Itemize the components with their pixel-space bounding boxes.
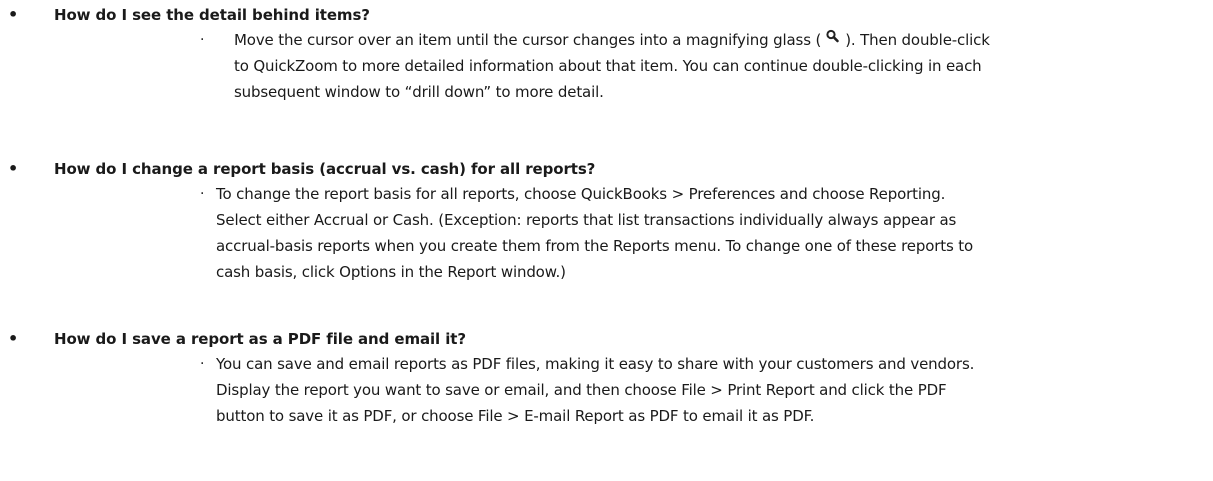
faq-question: How do I change a report basis (accrual …: [54, 160, 596, 178]
faq-answer: To change the report basis for all repor…: [216, 181, 973, 285]
faq-question: How do I save a report as a PDF file and…: [54, 330, 466, 348]
faq-item: • How do I change a report basis (accrua…: [0, 140, 1213, 310]
faq-item: • How do I save a report as a PDF file a…: [0, 310, 1213, 481]
faq-answer: Move the cursor over an item until the c…: [234, 27, 990, 105]
answer-line: Move the cursor over an item until the c…: [234, 27, 990, 53]
answer-bullet: ·: [200, 186, 205, 202]
answer-line: accrual-basis reports when you create th…: [216, 237, 974, 255]
answer-line-part: ). Then double-click: [845, 31, 990, 49]
question-bullet: •: [8, 159, 19, 178]
faq-item: • How do I see the detail behind items? …: [0, 0, 1213, 140]
answer-line: To change the report basis for all repor…: [216, 185, 946, 203]
answer-bullet: ·: [200, 356, 205, 372]
question-bullet: •: [8, 5, 19, 24]
answer-line: subsequent window to “drill down” to mor…: [234, 83, 604, 101]
answer-bullet: ·: [200, 32, 205, 48]
question-bullet: •: [8, 329, 19, 348]
answer-line: Select either Accrual or Cash. (Exceptio…: [216, 211, 957, 229]
magnifying-glass-icon: [826, 29, 839, 43]
faq-question: How do I see the detail behind items?: [54, 6, 370, 24]
faq-answer: You can save and email reports as PDF fi…: [216, 351, 974, 429]
answer-line-part: Move the cursor over an item until the c…: [234, 31, 822, 49]
answer-line: cash basis, click Options in the Report …: [216, 263, 566, 281]
answer-line: Display the report you want to save or e…: [216, 381, 947, 399]
answer-line: button to save it as PDF, or choose File…: [216, 407, 815, 425]
answer-line: to QuickZoom to more detailed informatio…: [234, 57, 982, 75]
answer-line: You can save and email reports as PDF fi…: [216, 355, 975, 373]
